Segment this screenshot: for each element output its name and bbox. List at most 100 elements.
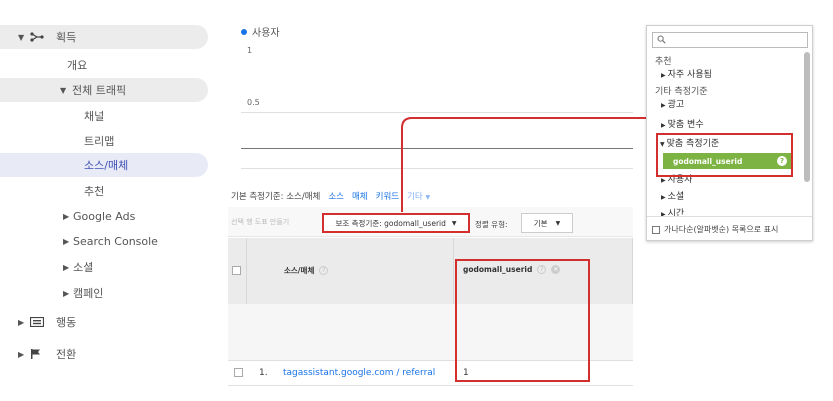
dropdown-scrollbar[interactable] <box>804 52 810 182</box>
alphabetical-checkbox[interactable] <box>652 225 660 234</box>
y-tick-label: 0.5 <box>247 98 260 107</box>
dimension-other-label: 기타 <box>407 192 423 202</box>
alphabetical-label: 가나다순(알파벳순) 목록으로 표시 <box>664 225 779 234</box>
dropdown-item-frequently-used[interactable]: ▶ 자주 사용됨 <box>661 67 712 80</box>
sort-type-value: 기본 <box>533 218 548 228</box>
secondary-dimension-select[interactable]: 보조 측정기준: godomall_userid ▼ <box>322 213 470 233</box>
caret-right-icon: ▶ <box>63 211 70 221</box>
sidebar-item-label: Google Ads <box>73 209 136 223</box>
sort-type-label: 정렬 유형: <box>475 220 508 229</box>
userid-column-highlight <box>455 259 590 382</box>
sidebar-item-referrals[interactable]: 추천 <box>0 179 208 203</box>
search-icon <box>657 35 666 44</box>
analytics-report: ▼ 획득 개요 ▼ 전체 트래픽 채널 트리맵 소스/매체 추천 ▶ Googl… <box>0 0 833 401</box>
caret-down-icon: ▼ <box>555 219 561 227</box>
row-index: 1. <box>259 368 268 378</box>
dropdown-item-label: 소셜 <box>667 192 685 202</box>
caret-right-icon: ▶ <box>18 317 25 327</box>
dropdown-item-ads[interactable]: ▶ 광고 <box>661 97 684 110</box>
caret-right-icon: ▶ <box>18 349 25 359</box>
group-header-other-dimensions: 기타 측정기준 <box>655 87 708 97</box>
sidebar-item-label: Search Console <box>73 234 158 248</box>
sort-type-select[interactable]: 기본 ▼ <box>521 213 573 233</box>
sidebar: ▼ 획득 개요 ▼ 전체 트래픽 채널 트리맵 소스/매체 추천 ▶ Googl… <box>0 0 228 401</box>
sidebar-item-all-traffic[interactable]: ▼ 전체 트래픽 <box>0 78 208 102</box>
sidebar-item-label: 전환 <box>56 348 77 361</box>
dropdown-item-label: 시간 <box>667 209 685 219</box>
dimension-link-source[interactable]: 소스 <box>328 190 344 202</box>
sidebar-item-label: 개요 <box>67 59 88 72</box>
caret-down-icon: ▼ <box>60 85 67 95</box>
sidebar-item-label: 추천 <box>84 185 105 198</box>
select-all-checkbox[interactable] <box>232 266 241 275</box>
dimension-bar: 기본 측정기준: 소스/매체 소스 매체 키워드 기타 ▼ <box>231 190 430 202</box>
column-divider <box>632 238 633 304</box>
dropdown-divider <box>647 216 812 217</box>
sidebar-item-label: 전체 트래픽 <box>72 84 127 97</box>
caret-right-icon: ▶ <box>661 72 666 79</box>
group-header-recommended: 추천 <box>655 57 672 67</box>
y-tick-label: 1 <box>247 46 253 55</box>
sidebar-item-label: 캠페인 <box>73 287 104 300</box>
table-toolbar: 선택 행 도표 만들기 보조 측정기준: godomall_userid ▼ 정… <box>228 207 633 237</box>
sidebar-item-search-console[interactable]: ▶ Search Console <box>0 229 208 253</box>
chart-gridline <box>241 112 633 113</box>
caret-down-icon: ▼ <box>18 32 25 42</box>
alphabetical-list-toggle[interactable]: 가나다순(알파벳순) 목록으로 표시 <box>652 224 778 235</box>
secondary-dimension-label: 보조 측정기준: godomall_userid <box>335 218 446 228</box>
chart-axis <box>241 148 633 149</box>
sidebar-item-label: 트리맵 <box>84 135 115 148</box>
legend-label: 사용자 <box>252 28 280 39</box>
caret-right-icon: ▶ <box>63 288 70 298</box>
caret-right-icon: ▶ <box>661 102 666 109</box>
dropdown-item-custom-variables[interactable]: ▶ 맞춤 변수 <box>661 117 704 130</box>
chart-legend: 사용자 <box>241 24 280 39</box>
sidebar-item-campaigns[interactable]: ▶ 캠페인 <box>0 281 208 305</box>
sidebar-item-treemap[interactable]: 트리맵 <box>0 129 208 153</box>
dropdown-item-time[interactable]: ▶ 시간 <box>661 206 684 219</box>
sidebar-item-overview[interactable]: 개요 <box>0 53 208 77</box>
dimension-search-input[interactable] <box>652 32 808 48</box>
column-divider <box>246 238 247 304</box>
help-icon[interactable]: ? <box>319 266 329 275</box>
column-divider <box>453 238 454 304</box>
sidebar-item-conversions[interactable]: ▶ 전환 <box>0 342 208 366</box>
row-checkbox[interactable] <box>234 368 243 377</box>
sidebar-item-channels[interactable]: 채널 <box>0 104 208 128</box>
sidebar-item-social[interactable]: ▶ 소셜 <box>0 255 208 279</box>
sidebar-item-label: 획득 <box>56 31 77 44</box>
custom-dimension-highlight <box>656 133 793 177</box>
sidebar-item-label: 채널 <box>84 110 105 123</box>
plot-rows-button[interactable]: 선택 행 도표 만들기 <box>231 217 289 227</box>
flag-icon <box>31 349 40 359</box>
sidebar-item-google-ads[interactable]: ▶ Google Ads <box>0 204 208 228</box>
dimension-link-keyword[interactable]: 키워드 <box>376 190 399 202</box>
caret-right-icon: ▶ <box>661 177 666 184</box>
caret-right-icon: ▶ <box>63 262 70 272</box>
caret-down-icon: ▼ <box>451 219 457 227</box>
column-header-source-medium[interactable]: 소스/매체 ? <box>284 265 329 276</box>
dropdown-item-social[interactable]: ▶ 소셜 <box>661 189 684 202</box>
sidebar-item-behavior[interactable]: ▶ 행동 <box>0 310 208 334</box>
acquisition-icon <box>30 32 44 42</box>
dimension-link-other[interactable]: 기타 ▼ <box>407 190 430 202</box>
dropdown-item-label: 광고 <box>667 100 685 110</box>
sidebar-item-acquisition[interactable]: ▼ 획득 <box>0 25 208 49</box>
legend-dot <box>241 28 247 35</box>
chart-gridline <box>241 168 633 169</box>
behavior-icon <box>30 317 44 327</box>
dropdown-item-label: 자주 사용됨 <box>667 70 712 80</box>
column-header-label: 소스/매체 <box>284 266 315 275</box>
caret-right-icon: ▶ <box>661 194 666 201</box>
sidebar-item-source-medium[interactable]: 소스/매체 <box>0 153 208 177</box>
sidebar-item-label: 행동 <box>56 316 77 329</box>
sidebar-item-label: 소셜 <box>73 261 94 274</box>
dimension-link-medium[interactable]: 매체 <box>352 190 368 202</box>
dropdown-item-label: 맞춤 변수 <box>667 120 704 130</box>
chevron-down-icon: ▼ <box>425 194 431 201</box>
caret-right-icon: ▶ <box>661 122 666 129</box>
row-source-medium-link[interactable]: tagassistant.google.com / referral <box>283 368 435 378</box>
sidebar-item-label: 소스/매체 <box>84 159 129 172</box>
caret-right-icon: ▶ <box>63 236 70 246</box>
primary-dimension-label: 기본 측정기준: 소스/매체 <box>231 192 321 202</box>
